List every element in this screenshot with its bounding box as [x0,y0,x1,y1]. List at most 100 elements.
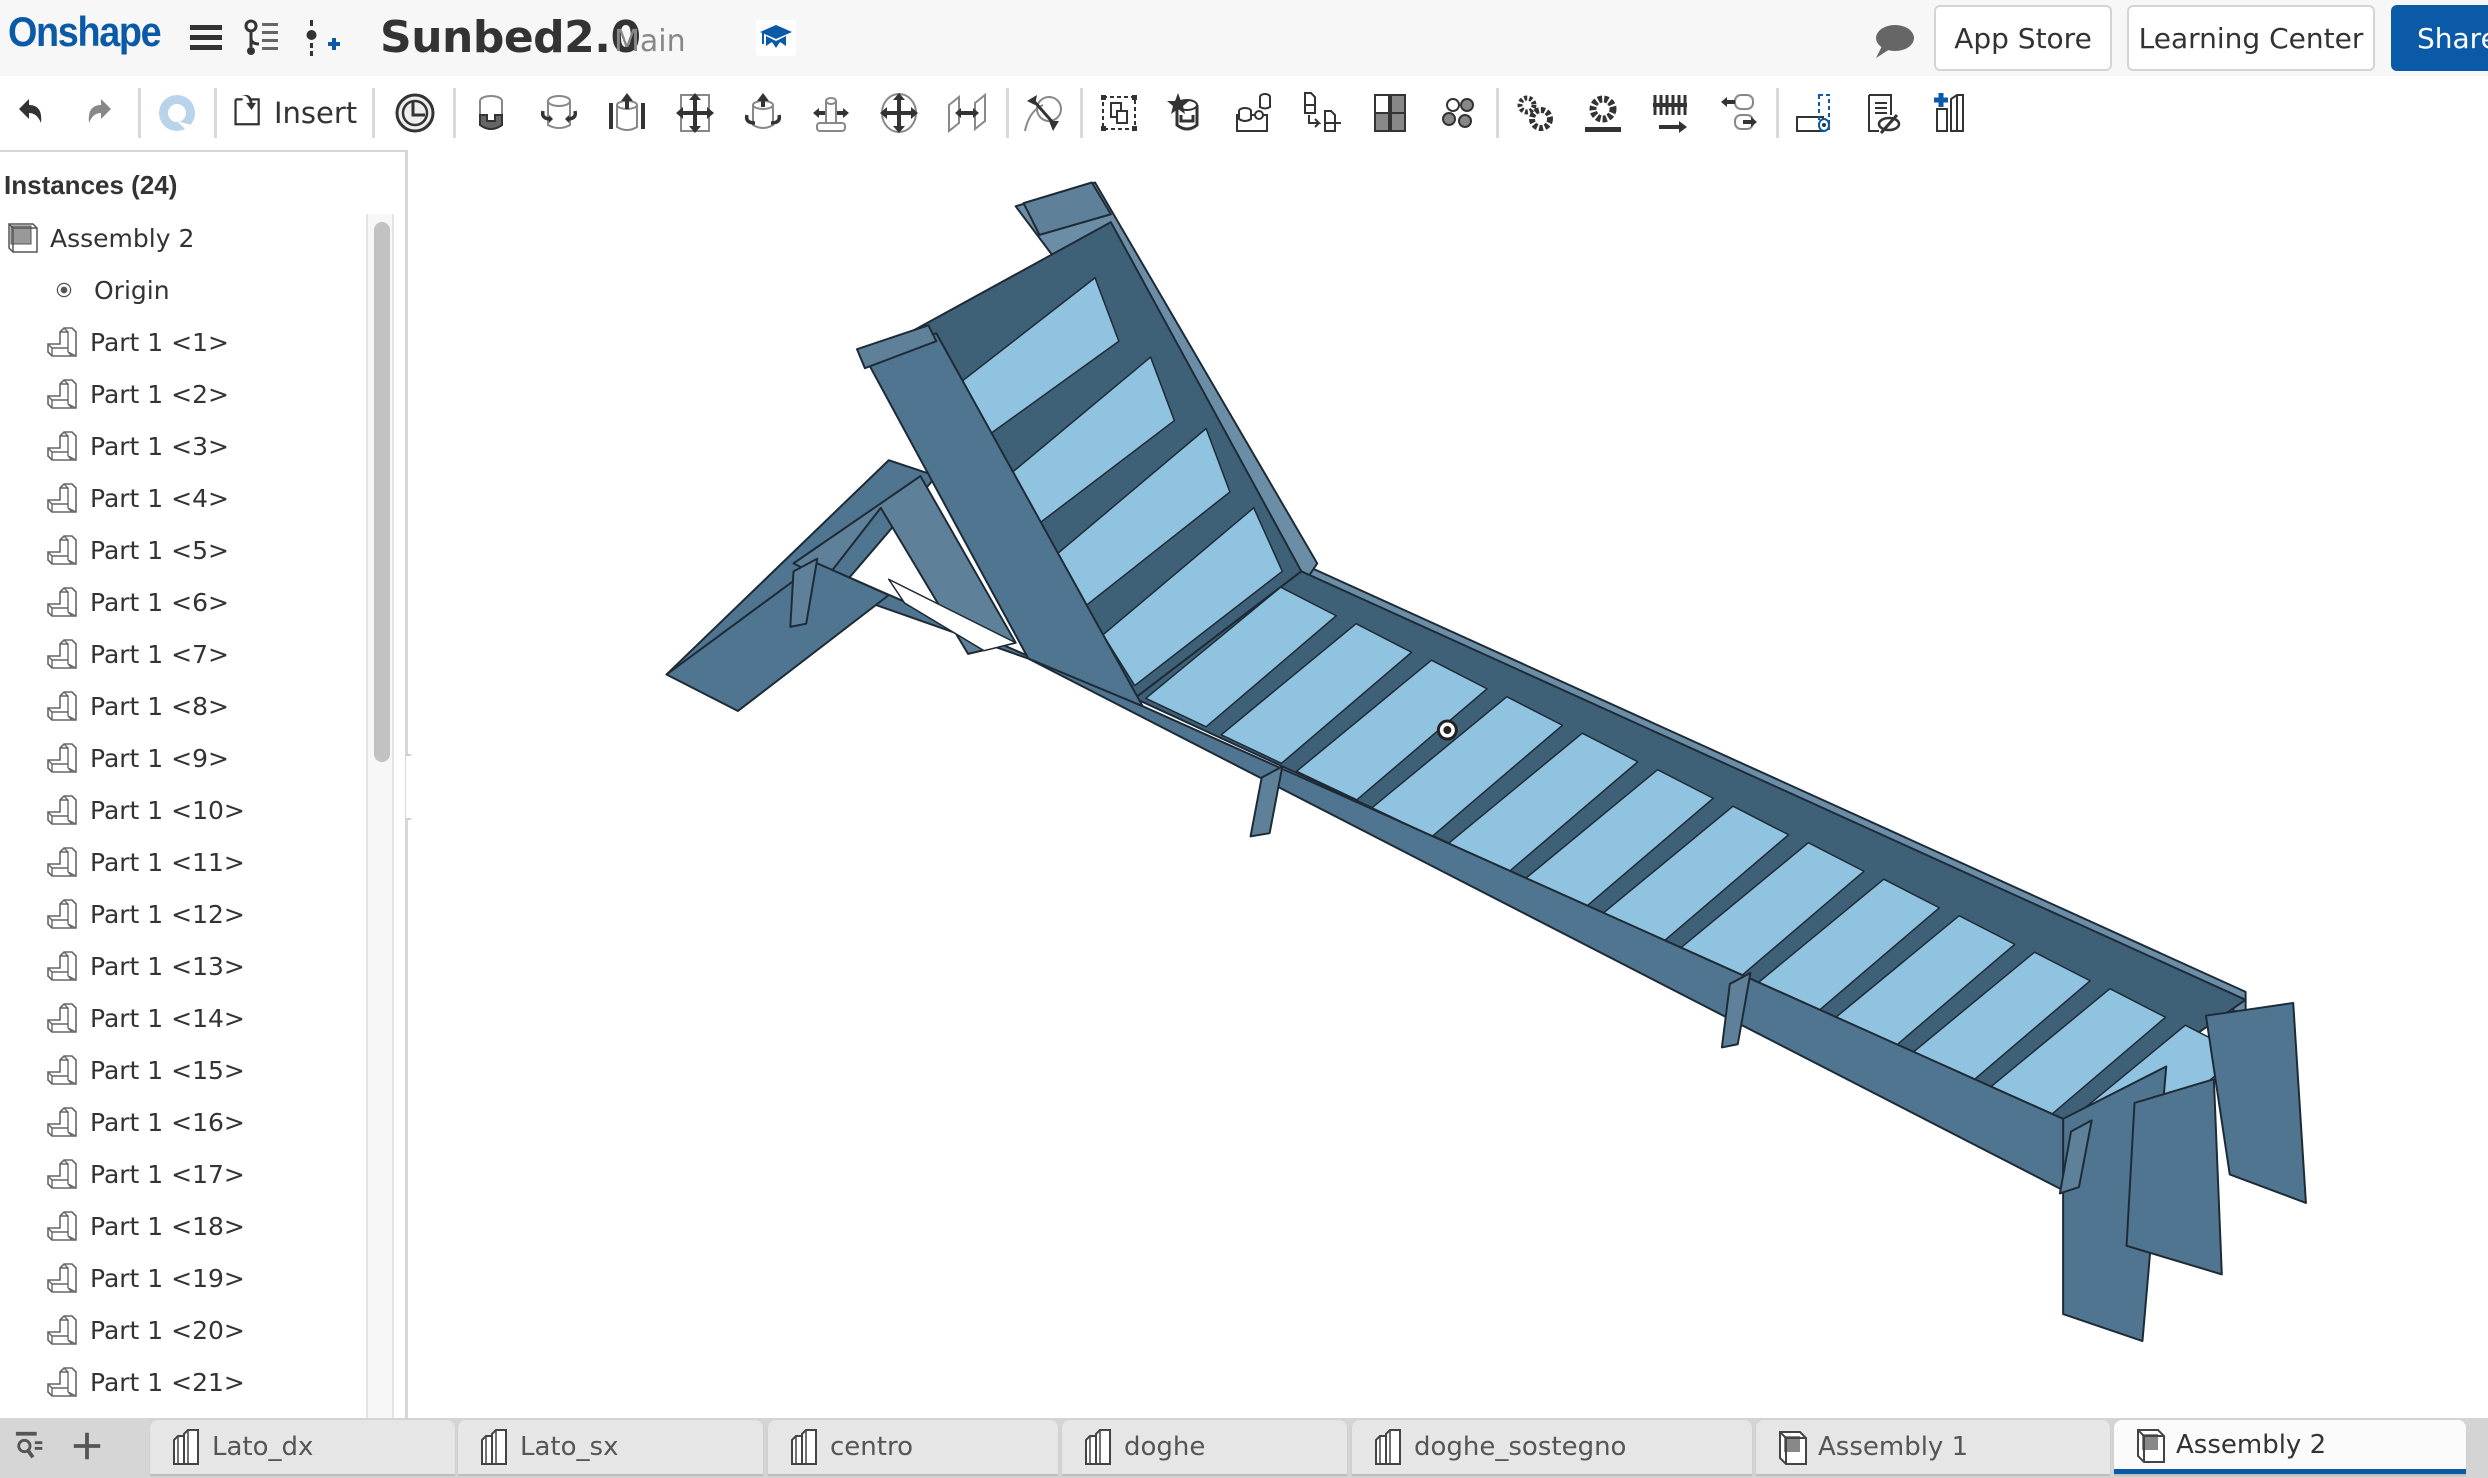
ball-mate-icon[interactable] [874,88,924,138]
part-icon [46,585,80,619]
tree-part-instance[interactable]: Part 1 <3> [0,420,366,472]
tree-part-instance[interactable]: Part 1 <1> [0,316,366,368]
tangent-mate-icon[interactable] [1018,88,1068,138]
tab-search-icon[interactable] [14,1429,48,1467]
parallel-mate-icon[interactable] [942,88,992,138]
tree-part-instance[interactable]: Part 1 <12> [0,888,366,940]
tree-part-instance[interactable]: Part 1 <15> [0,1044,366,1096]
part-label: Part 1 <12> [90,899,245,929]
part-label: Part 1 <13> [90,951,245,981]
tree-origin[interactable]: Origin [0,264,366,316]
insert-button[interactable]: Insert [232,88,357,138]
toolbar-separator [453,88,456,138]
tree-part-instance[interactable]: Part 1 <11> [0,836,366,888]
regenerate-icon[interactable] [152,88,202,138]
cross-support[interactable] [1249,765,1284,838]
graphics-viewport[interactable] [411,150,2488,1420]
tree-part-instance[interactable]: Part 1 <14> [0,992,366,1044]
tab-label: Lato_sx [520,1432,619,1462]
fastened-mate-icon[interactable] [466,88,516,138]
tab-doghe[interactable]: doghe [1062,1420,1347,1474]
linear-relation-icon[interactable] [1714,88,1764,138]
versions-graph-icon[interactable] [242,18,282,58]
tree-part-instance[interactable]: Part 1 <21> [0,1356,366,1408]
add-tab-icon[interactable] [70,1429,104,1467]
tree-root-assembly[interactable]: Assembly 2 [0,212,366,264]
tree-part-instance[interactable]: Part 1 <19> [0,1252,366,1304]
branch-name[interactable]: Main [614,24,686,59]
part-label: Part 1 <3> [90,431,229,461]
part-icon [46,533,80,567]
explode-icon[interactable] [1790,88,1840,138]
tree-part-instance[interactable]: Part 1 <13> [0,940,366,992]
tree-part-instance[interactable]: Part 1 <6> [0,576,366,628]
tree-part-instance[interactable]: Part 1 <9> [0,732,366,784]
linear-pattern-icon[interactable] [1366,88,1416,138]
slider-mate-icon[interactable] [602,88,652,138]
tree-part-instance[interactable]: Part 1 <20> [0,1304,366,1356]
education-icon[interactable] [756,20,796,56]
planar-mate-icon[interactable] [670,88,720,138]
cylindrical-mate-icon[interactable] [738,88,788,138]
tree-part-instance[interactable]: Part 1 <17> [0,1148,366,1200]
document-title[interactable]: Sunbed2.0 [380,12,641,63]
tree-part-instance[interactable]: Part 1 <7> [0,628,366,680]
part-label: Part 1 <19> [90,1263,245,1293]
toolbar-separator [1496,88,1499,138]
tree-part-instance[interactable]: Part 1 <5> [0,524,366,576]
gear-relation-icon[interactable] [1510,88,1560,138]
part-icon [46,1001,80,1035]
part-studio-icon [1372,1428,1406,1466]
tree-part-instance[interactable]: Part 1 <18> [0,1200,366,1252]
tab-assembly-2[interactable]: Assembly 2 [2114,1420,2466,1474]
tab-doghe-sostegno[interactable]: doghe_sostegno [1352,1420,1752,1474]
rack-pinion-relation-icon[interactable] [1578,88,1628,138]
named-positions-icon[interactable] [390,88,440,138]
sunbed-model[interactable] [411,150,2488,1420]
tab-label: Assembly 1 [1818,1432,1969,1462]
insert-part-icon[interactable] [1926,88,1976,138]
group-icon[interactable] [1094,88,1144,138]
assembly-icon [6,221,40,255]
app-store-button[interactable]: App Store [1934,5,2112,71]
tree-part-instance[interactable]: Part 1 <10> [0,784,366,836]
mate-connector-icon[interactable] [1230,88,1280,138]
screw-relation-icon[interactable] [1646,88,1696,138]
replicate-icon[interactable] [1162,88,1212,138]
part-label: Part 1 <20> [90,1315,245,1345]
tab-lato-dx[interactable]: Lato_dx [150,1420,455,1474]
redo-icon[interactable] [74,88,124,138]
origin-icon [52,278,76,302]
circular-pattern-icon[interactable] [1434,88,1484,138]
branch-add-icon[interactable] [304,18,344,58]
part-label: Part 1 <7> [90,639,229,669]
tab-lato-sx[interactable]: Lato_sx [458,1420,763,1474]
tree-part-instance[interactable]: Part 1 <2> [0,368,366,420]
comments-icon[interactable] [1872,22,1916,62]
share-button[interactable]: Share [2391,5,2488,71]
replace-instance-icon[interactable] [1298,88,1348,138]
part-label: Part 1 <17> [90,1159,245,1189]
display-states-icon[interactable] [1858,88,1908,138]
front-leg-middle[interactable] [2125,1078,2223,1276]
part-icon [46,793,80,827]
pin-slot-mate-icon[interactable] [806,88,856,138]
assembly-icon [1776,1428,1810,1466]
instances-scrollbar[interactable] [366,214,394,1420]
tree-part-instance[interactable]: Part 1 <16> [0,1096,366,1148]
tab-centro[interactable]: centro [768,1420,1058,1474]
instance-tree: Assembly 2 Origin Part 1 <1> Part 1 <2> Pa… [0,212,366,1408]
toolbar-separator [1080,88,1083,138]
scrollbar-thumb[interactable] [374,222,390,762]
tree-part-instance[interactable]: Part 1 <4> [0,472,366,524]
learning-center-button[interactable]: Learning Center [2127,5,2375,71]
undo-icon[interactable] [6,88,56,138]
menu-icon[interactable] [186,18,226,58]
tab-assembly-1[interactable]: Assembly 1 [1756,1420,2110,1474]
revolute-mate-icon[interactable] [534,88,584,138]
onshape-logo[interactable]: Onshape [8,8,162,56]
tree-part-instance[interactable]: Part 1 <8> [0,680,366,732]
front-leg-far[interactable] [2204,1001,2307,1204]
toolbar-separator [372,88,375,138]
part-icon [46,741,80,775]
